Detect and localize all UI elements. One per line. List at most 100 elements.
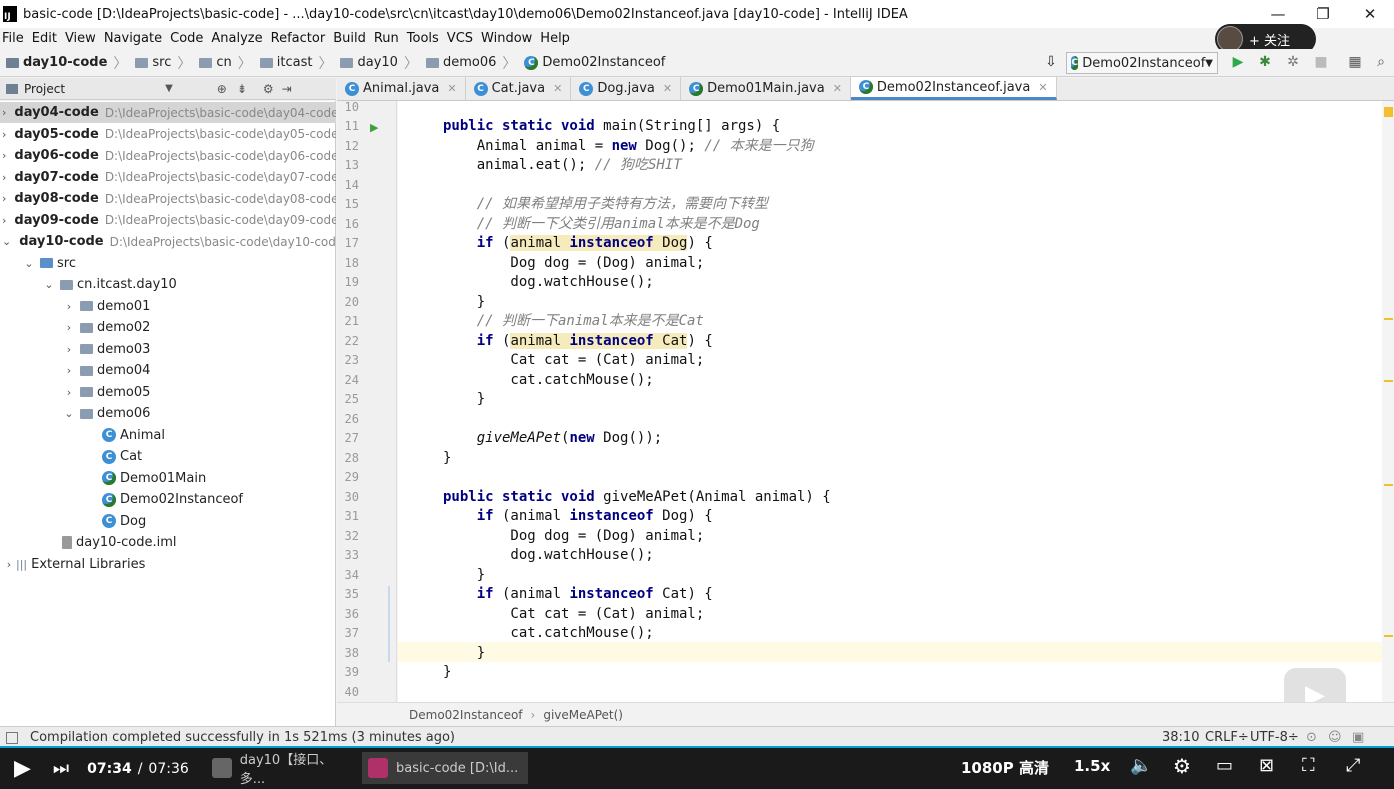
project-structure-icon[interactable]: ▦ [1346,53,1364,71]
danmaku-toggle-icon[interactable]: ⊠ [1259,755,1274,776]
close-tab-icon[interactable]: ✕ [833,82,842,95]
code-line[interactable]: animal.eat(); // 狗吃SHIT [443,156,682,176]
chevron-right-icon[interactable]: › [2,106,6,119]
code-line[interactable]: Dog dog = (Dog) animal; [443,254,704,274]
close-tab-icon[interactable]: ✕ [553,82,562,95]
play-icon[interactable]: ▶ [14,756,31,781]
code-line[interactable]: // 如果希望掉用子类特有方法，需要向下转型 [443,195,768,215]
breadcrumb-item[interactable]: demo06 〉 [425,53,520,73]
menu-build[interactable]: Build [329,31,370,46]
project-panel-title[interactable]: Project [24,82,65,96]
code-line[interactable]: // 判断一下animal本来是不是Cat [443,312,704,332]
tree-item[interactable]: › demo01 [0,296,336,317]
code-line[interactable]: } [443,390,485,410]
settings-icon[interactable]: ⚙ [1173,754,1191,778]
chevron-down-icon[interactable]: ⌄ [62,407,76,420]
menu-edit[interactable]: Edit [28,31,61,46]
menu-vcs[interactable]: VCS [443,31,477,46]
code-line[interactable]: Cat cat = (Cat) animal; [443,351,704,371]
menu-run[interactable]: Run [370,31,403,46]
close-tab-icon[interactable]: ✕ [447,82,456,95]
chevron-right-icon[interactable]: › [2,171,6,184]
menu-navigate[interactable]: Navigate [100,31,166,46]
code-line[interactable]: giveMeAPet(new Dog()); [443,429,662,449]
menu-refactor[interactable]: Refactor [267,31,330,46]
close-tab-icon[interactable]: ✕ [663,82,672,95]
tree-item[interactable]: day10-code.iml [0,532,336,553]
tree-item[interactable]: C Cat [0,446,336,467]
pip-icon[interactable]: ▭ [1216,755,1233,776]
breadcrumb-item[interactable]: itcast 〉 [259,53,337,73]
breadcrumb-item[interactable]: day10 〉 [340,53,421,73]
code-line[interactable]: } [443,663,451,683]
breadcrumb-item[interactable]: src 〉 [135,53,195,73]
tree-item[interactable]: › day04-code D:\IdeaProjects\basic-code\da… [0,102,336,123]
tree-item[interactable]: › day07-code D:\IdeaProjects\basic-code\da… [0,167,336,188]
chevron-right-icon[interactable]: › [2,192,6,205]
inspector-icon[interactable]: ☺ [1328,730,1342,745]
chevron-right-icon[interactable]: › [2,558,16,571]
tree-item[interactable]: › day09-code D:\IdeaProjects\basic-code\da… [0,210,336,231]
tree-item[interactable]: ⌄ demo06 [0,403,336,424]
code-line[interactable]: Dog dog = (Dog) animal; [443,527,704,547]
volume-icon[interactable]: 🔈 [1130,755,1152,776]
file-encoding[interactable]: UTF-8÷ [1250,730,1299,745]
code-line[interactable]: Animal animal = new Dog(); // 本来是一只狗 [443,137,814,157]
chevron-right-icon[interactable]: › [62,386,76,399]
code-line[interactable]: dog.watchHouse(); [443,273,653,293]
chevron-right-icon[interactable]: › [62,343,76,356]
close-window-icon[interactable]: ✕ [1360,4,1380,24]
tab-cat[interactable]: C Cat.java ✕ [466,77,572,100]
code-line[interactable]: } [443,644,485,664]
tree-item[interactable]: › ||| External Libraries [0,554,336,575]
code-line[interactable]: if (animal instanceof Cat) { [443,332,713,352]
tree-item[interactable]: › demo04 [0,360,336,381]
editor-scrollbar[interactable] [1382,101,1394,702]
chevron-down-icon[interactable]: ⌄ [22,257,36,270]
cursor-position[interactable]: 38:10 [1162,730,1199,745]
breadcrumb-method[interactable]: giveMeAPet() [543,708,623,722]
tree-item[interactable]: ⌄ src [0,253,336,274]
tree-item[interactable]: ⌄ day10-code D:\IdeaProjects\basic-code\da… [0,231,336,252]
coverage-icon[interactable]: ✲ [1284,53,1302,71]
code-line[interactable]: public static void giveMeAPet(Animal ani… [443,488,831,508]
close-tab-icon[interactable]: ✕ [1038,81,1047,94]
code-line[interactable]: cat.catchMouse(); [443,624,653,644]
chevron-down-icon[interactable]: ▼ [165,83,173,94]
code-line[interactable]: dog.watchHouse(); [443,546,653,566]
search-icon[interactable]: ⌕ [1372,53,1390,71]
minimize-icon[interactable]: — [1268,4,1288,24]
chevron-right-icon[interactable]: › [62,300,76,313]
breadcrumb-item[interactable]: day10-code 〉 [6,53,131,73]
code-line[interactable]: // 判断一下父类引用animal本来是不是Dog [443,215,760,235]
tree-item[interactable]: › demo02 [0,317,336,338]
tree-item[interactable]: C Dog [0,511,336,532]
breadcrumb-item[interactable]: cn 〉 [199,53,255,73]
fullscreen-icon[interactable]: ⤢ [1346,755,1360,776]
widescreen-icon[interactable]: ⛶ [1302,755,1315,776]
quality-button[interactable]: 1080P 高清 [961,757,1049,778]
menu-help[interactable]: Help [536,31,574,46]
breadcrumb-class[interactable]: Demo02Instanceof [409,708,523,722]
tool-windows-icon[interactable] [6,731,18,744]
restore-icon[interactable]: ❐ [1313,4,1333,24]
menu-code[interactable]: Code [166,31,207,46]
notifications-icon[interactable]: ▣ [1352,730,1364,745]
code-line[interactable]: } [443,293,485,313]
tree-item[interactable]: › demo03 [0,339,336,360]
menu-analyze[interactable]: Analyze [207,31,266,46]
chevron-right-icon[interactable]: › [2,149,6,162]
debug-icon[interactable]: ✱ [1256,53,1274,71]
taskbar-item[interactable]: day10【接口、多... [206,752,356,787]
code-line[interactable]: if (animal instanceof Dog) { [443,507,713,527]
chevron-down-icon[interactable]: ⌄ [42,278,56,291]
tree-item[interactable]: › day06-code D:\IdeaProjects\basic-code\da… [0,145,336,166]
build-icon[interactable]: ⇩ [1042,53,1060,71]
code-line[interactable]: cat.catchMouse(); [443,371,653,391]
hide-panel-icon[interactable]: ⇥ [282,82,292,96]
tab-demo01main[interactable]: C Demo01Main.java ✕ [681,77,851,100]
run-icon[interactable]: ▶ [1229,53,1247,71]
gear-icon[interactable]: ⚙ [263,82,274,96]
taskbar-item[interactable]: basic-code [D:\Id... [362,752,528,784]
menu-file[interactable]: File [0,31,28,46]
